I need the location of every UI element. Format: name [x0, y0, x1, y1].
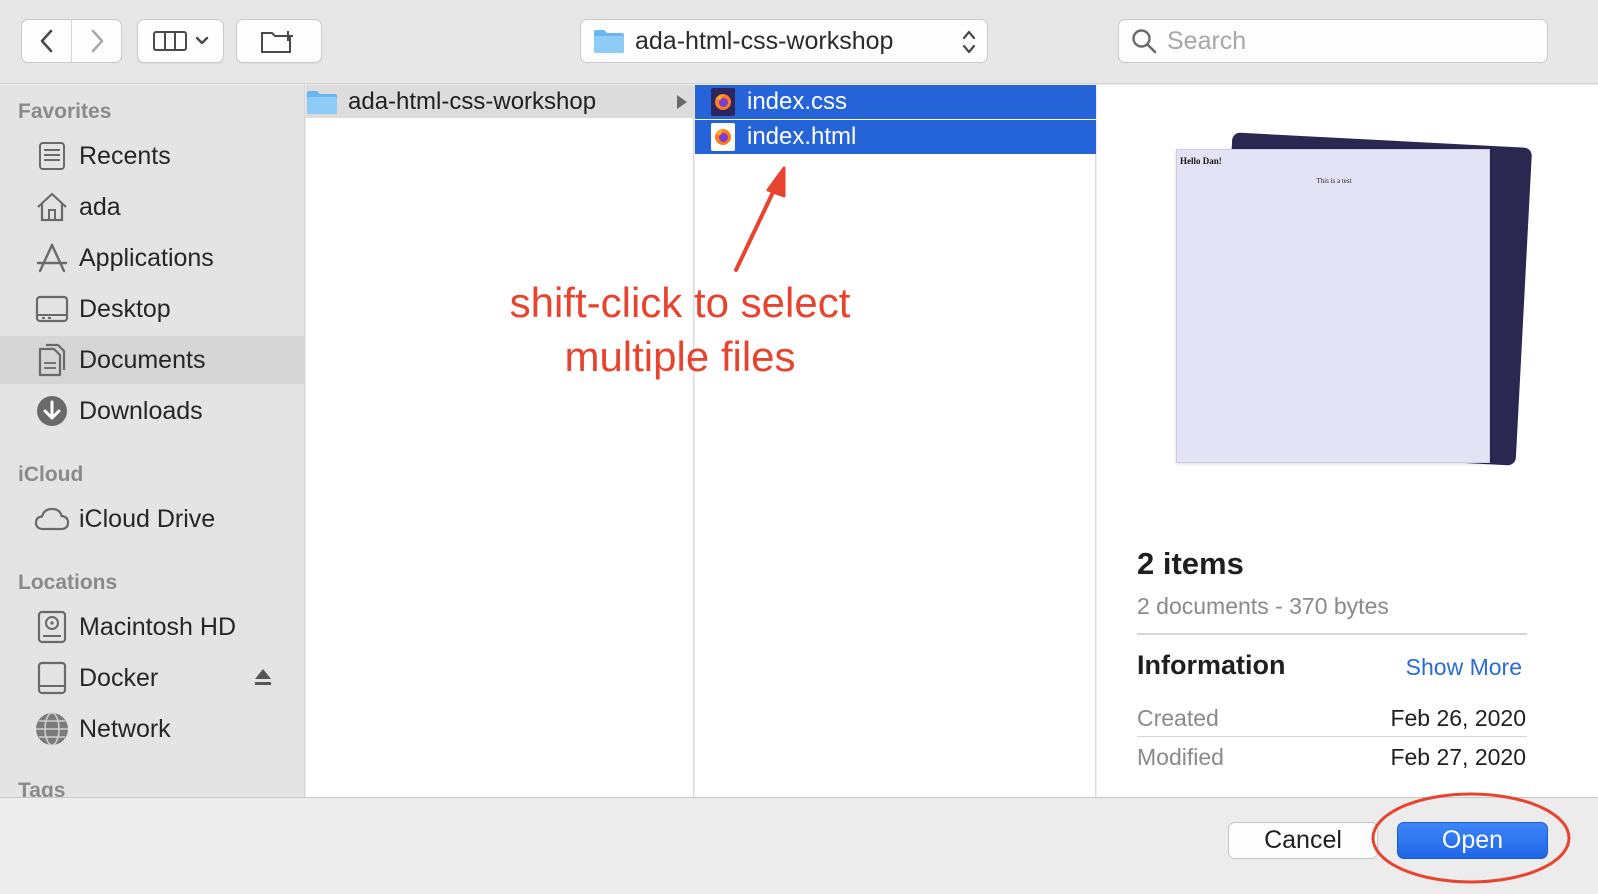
sidebar-item-label: iCloud Drive: [79, 504, 216, 533]
folder-row[interactable]: ada-html-css-workshop: [306, 85, 694, 118]
eject-icon[interactable]: [253, 667, 273, 687]
sidebar-item-label: ada: [79, 192, 121, 221]
tags-header: Tags: [18, 779, 66, 797]
search-icon: [1132, 29, 1157, 54]
forward-button[interactable]: [71, 20, 121, 62]
up-down-chevron-icon: [962, 30, 976, 54]
icloud-header: iCloud: [18, 463, 84, 486]
sidebar-item-network[interactable]: Network: [0, 705, 304, 753]
sidebar-item-label: Desktop: [79, 294, 171, 323]
sidebar-item-applications[interactable]: Applications: [0, 234, 304, 282]
cancel-button[interactable]: Cancel: [1228, 822, 1378, 859]
sidebar-item-macintosh-hd[interactable]: Macintosh HD: [0, 603, 304, 651]
sidebar-item-desktop[interactable]: Desktop: [0, 285, 304, 333]
cloud-icon: [34, 501, 70, 537]
file-row-index-html[interactable]: index.html: [695, 120, 1096, 154]
sidebar: Favorites Recents ada Applications Deskt…: [0, 85, 305, 797]
file-row-label: index.css: [747, 88, 848, 115]
sidebar-item-label: Recents: [79, 141, 171, 170]
information-header: Information: [1137, 650, 1286, 680]
sidebar-item-ada[interactable]: ada: [0, 183, 304, 231]
modified-label: Modified: [1137, 744, 1224, 770]
disclosure-arrow-icon: [677, 95, 687, 109]
file-row-index-css[interactable]: index.css: [695, 85, 1096, 119]
back-button[interactable]: [22, 20, 71, 62]
file-row-label: index.html: [747, 123, 857, 150]
columns-view-icon: [152, 31, 187, 51]
folder-icon: [594, 30, 624, 53]
nav-button-group: [21, 19, 122, 63]
divider: [1137, 736, 1527, 737]
toolbar: ada-html-css-workshop: [0, 0, 1598, 84]
sidebar-item-label: Applications: [79, 243, 214, 272]
home-icon: [34, 189, 70, 225]
search-field[interactable]: [1118, 19, 1548, 63]
created-value: Feb 26, 2020: [1390, 705, 1526, 731]
network-icon: [34, 711, 70, 747]
sidebar-item-docker[interactable]: Docker: [0, 654, 304, 702]
folder-icon: [307, 90, 337, 114]
show-more-link[interactable]: Show More: [1406, 654, 1522, 681]
folder-row-label: ada-html-css-workshop: [348, 87, 597, 115]
annotation-line-2: multiple files: [564, 333, 796, 380]
view-mode-button[interactable]: [137, 19, 224, 63]
sidebar-item-recents[interactable]: Recents: [0, 132, 304, 180]
firefox-html-icon: [711, 123, 735, 151]
search-input[interactable]: [1167, 26, 1527, 56]
open-button[interactable]: Open: [1397, 822, 1548, 859]
annotation-line-1: shift-click to select: [509, 279, 851, 326]
documents-icon: [34, 342, 70, 378]
created-label: Created: [1137, 705, 1219, 731]
path-popup-label: ada-html-css-workshop: [635, 26, 894, 55]
sidebar-item-icloud-drive[interactable]: iCloud Drive: [0, 495, 304, 543]
divider: [1137, 633, 1527, 635]
sidebar-item-label: Network: [79, 714, 171, 743]
sidebar-item-downloads[interactable]: Downloads: [0, 387, 304, 435]
preview-thumbnail: Hello Dan! This is a test: [1176, 149, 1490, 463]
modified-value: Feb 27, 2020: [1390, 744, 1526, 770]
locations-header: Locations: [18, 571, 118, 594]
selection-count: 2 items: [1137, 546, 1244, 581]
browser-column-1: ada-html-css-workshop: [306, 85, 694, 797]
annotation-text: shift-click to select multiple files: [470, 276, 890, 384]
new-folder-button[interactable]: [236, 19, 322, 63]
path-popup[interactable]: ada-html-css-workshop: [580, 19, 988, 63]
thumbnail-heading: Hello Dan!: [1180, 156, 1222, 166]
chevron-right-icon: [91, 29, 103, 53]
sidebar-item-label: Documents: [79, 345, 206, 374]
sidebar-item-documents[interactable]: Documents: [0, 336, 304, 384]
chevron-down-icon: [195, 36, 208, 45]
recents-icon: [34, 138, 70, 174]
sidebar-item-label: Downloads: [79, 396, 203, 425]
sidebar-item-label: Docker: [79, 663, 159, 692]
chevron-left-icon: [40, 29, 52, 53]
downloads-icon: [34, 393, 70, 429]
disk-icon: [34, 609, 70, 645]
applications-icon: [34, 240, 70, 276]
sidebar-item-label: Macintosh HD: [79, 612, 236, 641]
favorites-header: Favorites: [18, 100, 112, 123]
external-disk-icon: [34, 660, 70, 696]
desktop-icon: [34, 291, 70, 327]
thumbnail-text: This is a test: [1316, 177, 1352, 185]
new-folder-icon: [261, 31, 293, 53]
firefox-css-icon: [711, 88, 735, 116]
selection-summary: 2 documents - 370 bytes: [1137, 593, 1389, 619]
browser-column-2: index.css index.html: [695, 85, 1096, 797]
